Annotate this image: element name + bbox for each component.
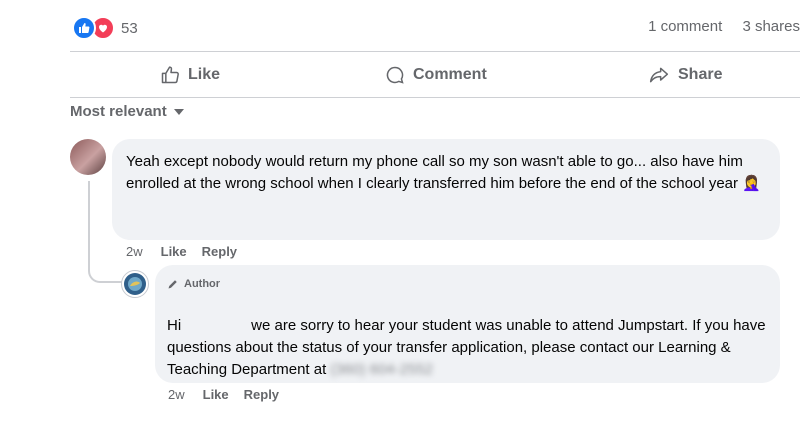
redacted-phone: (360) 604-2552 [330, 361, 434, 378]
district-logo-icon [124, 273, 146, 295]
engagement-counts: 1 comment 3 shares [632, 18, 800, 35]
commenter-avatar[interactable] [70, 139, 106, 175]
comment-meta: 2w Like Reply [126, 244, 252, 259]
reaction-count: 53 [121, 19, 138, 37]
pencil-icon [168, 280, 177, 289]
reply-thread-line [88, 181, 122, 283]
facepalm-emoji: 🤦‍♀️ [742, 175, 761, 192]
reply-reply-link[interactable]: Reply [244, 387, 279, 402]
like-button-label: Like [188, 66, 221, 83]
share-arrow-icon [649, 67, 669, 83]
comment-like-link[interactable]: Like [161, 244, 187, 259]
like-button[interactable]: Like [160, 62, 220, 88]
author-badge-label: Author [184, 278, 221, 290]
caret-down-icon [173, 108, 184, 115]
author-reply-bubble: Author Hi we are sorry to hear your stude… [155, 265, 780, 383]
reactions-summary[interactable]: 53 [72, 16, 138, 40]
sort-label: Most relevant [70, 103, 167, 120]
share-button-label: Share [678, 66, 723, 83]
reply-like-link[interactable]: Like [203, 387, 229, 402]
share-count-link[interactable]: 3 shares [742, 18, 800, 35]
reply-meta: 2w Like Reply [168, 387, 294, 402]
divider [70, 51, 800, 52]
divider [70, 97, 800, 98]
comment-button-label: Comment [413, 66, 487, 83]
comment-timestamp[interactable]: 2w [126, 244, 143, 259]
author-avatar[interactable] [121, 270, 149, 298]
share-button[interactable]: Share [648, 62, 722, 88]
comment-reply-link[interactable]: Reply [202, 244, 237, 259]
like-reaction-icon [72, 16, 96, 40]
comment-text: Yeah except nobody would return my phone… [126, 153, 743, 192]
comment-bubble-icon [386, 66, 404, 84]
reply-text: we are sorry to hear your student was un… [167, 317, 766, 378]
thumbs-up-icon [161, 66, 179, 84]
comment-sort-dropdown[interactable]: Most relevant [70, 103, 184, 120]
comment-count-link[interactable]: 1 comment [648, 18, 722, 35]
reply-greeting: Hi [167, 317, 182, 334]
reply-text-block: Hi we are sorry to hear your student was … [167, 315, 766, 381]
comment-button[interactable]: Comment [385, 62, 487, 88]
comment-bubble: Yeah except nobody would return my phone… [112, 139, 780, 240]
reply-timestamp[interactable]: 2w [168, 387, 185, 402]
author-badge: Author [167, 273, 766, 295]
